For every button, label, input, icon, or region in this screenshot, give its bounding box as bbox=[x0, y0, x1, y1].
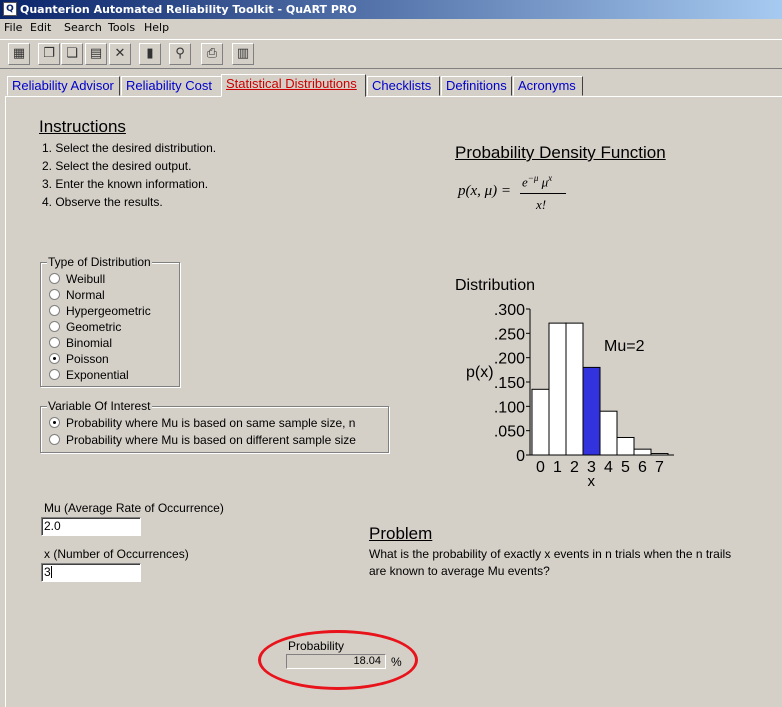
instruction-step: 4. Observe the results. bbox=[42, 195, 163, 209]
poisson-distribution-chart: .300.250.200.150.100.05000 1 2 3 4 5 6 7p(x)xMu… bbox=[466, 302, 674, 490]
y-tick-label: .200 bbox=[494, 351, 525, 368]
variable-of-interest-legend: Variable Of Interest bbox=[47, 399, 152, 413]
radio-binomial[interactable]: Binomial bbox=[49, 336, 112, 351]
menu-edit[interactable]: Edit bbox=[30, 21, 51, 34]
instruction-step: 2. Select the desired output. bbox=[42, 159, 192, 173]
mu-label: Mu (Average Rate of Occurrence) bbox=[44, 501, 224, 515]
formula-lhs: p(x, μ) = bbox=[458, 183, 512, 199]
y-tick-label: .050 bbox=[494, 424, 525, 441]
bar bbox=[650, 453, 669, 456]
y-tick-label: .100 bbox=[494, 399, 525, 416]
find-icon[interactable]: ⚲ bbox=[169, 43, 191, 65]
distribution-heading: Distribution bbox=[455, 277, 536, 294]
chart-annotation: Mu=2 bbox=[604, 338, 645, 355]
tab-checklists[interactable]: Checklists bbox=[367, 76, 440, 96]
highlight-ellipse bbox=[258, 630, 418, 690]
x-input[interactable]: 3 bbox=[41, 563, 141, 582]
y-tick-label: 0 bbox=[516, 448, 525, 465]
window-title: Quanterion Automated Reliability Toolkit… bbox=[20, 3, 357, 16]
new-icon[interactable]: ▦ bbox=[8, 43, 30, 65]
radio-exponential[interactable]: Exponential bbox=[49, 368, 129, 383]
tab-statistical-distributions[interactable]: Statistical Distributions bbox=[221, 74, 366, 97]
x-tick-label: 6 bbox=[638, 459, 647, 476]
menu-help[interactable]: Help bbox=[144, 21, 169, 34]
y-axis-label: p(x) bbox=[466, 364, 494, 381]
copy-icon[interactable]: ❐ bbox=[38, 43, 60, 65]
y-tick-label: .250 bbox=[494, 326, 525, 343]
radio-indicator bbox=[49, 369, 60, 380]
close-icon[interactable]: ✕ bbox=[109, 43, 131, 65]
radio-geometric[interactable]: Geometric bbox=[49, 320, 121, 335]
tab-acronyms[interactable]: Acronyms bbox=[513, 76, 583, 96]
radio-poisson[interactable]: Poisson bbox=[49, 352, 109, 367]
problem-text-line: What is the probability of exactly x eve… bbox=[369, 547, 732, 561]
mu-input[interactable]: 2.0 bbox=[41, 517, 141, 536]
radio-indicator bbox=[49, 337, 60, 348]
menu-tools[interactable]: Tools bbox=[108, 21, 135, 34]
radio-hypergeometric[interactable]: Hypergeometric bbox=[49, 304, 151, 319]
radio-weibull[interactable]: Weibull bbox=[49, 272, 105, 287]
y-tick-label: .150 bbox=[494, 375, 525, 392]
radio-normal[interactable]: Normal bbox=[49, 288, 105, 303]
bar bbox=[599, 410, 618, 456]
y-tick-label: .300 bbox=[494, 302, 525, 319]
x-axis-label: x bbox=[588, 473, 596, 490]
tab-reliability-advisor[interactable]: Reliability Advisor bbox=[7, 76, 120, 96]
x-tick-label: 2 bbox=[570, 459, 579, 476]
x-label: x (Number of Occurrences) bbox=[44, 547, 189, 561]
bar bbox=[582, 366, 601, 456]
radio-indicator bbox=[49, 321, 60, 332]
x-tick-label: 5 bbox=[621, 459, 630, 476]
print-icon[interactable]: ⎙ bbox=[201, 43, 223, 65]
bar bbox=[616, 436, 635, 456]
pdf-heading: Probability Density Function bbox=[455, 143, 666, 162]
radio-same-sample-size[interactable]: Probability where Mu is based on same sa… bbox=[49, 416, 355, 431]
save-icon[interactable]: ▤ bbox=[85, 43, 107, 65]
paste-icon[interactable]: ❏ bbox=[61, 43, 83, 65]
delete-icon[interactable]: ▮ bbox=[139, 43, 161, 65]
instructions-heading: Instructions bbox=[39, 117, 126, 136]
instruction-step: 1. Select the desired distribution. bbox=[42, 141, 217, 155]
bar bbox=[633, 448, 652, 456]
problem-heading: Problem bbox=[369, 524, 433, 543]
x-tick-label: 1 bbox=[553, 459, 562, 476]
menu-search[interactable]: Search bbox=[64, 21, 102, 34]
distribution-panel: Instructions 1. Select the desired distr… bbox=[5, 96, 782, 707]
radio-indicator bbox=[49, 289, 60, 300]
problem-text-line: are known to average Mu events? bbox=[369, 564, 550, 578]
pdf-formula: p(x, μ) = e−μ μx x! bbox=[458, 173, 588, 219]
menu-file[interactable]: File bbox=[4, 21, 22, 34]
radio-indicator bbox=[49, 273, 60, 284]
radio-indicator bbox=[49, 305, 60, 316]
radio-indicator bbox=[49, 434, 60, 445]
tab-reliability-cost[interactable]: Reliability Cost bbox=[121, 76, 222, 96]
formula-denominator: x! bbox=[536, 197, 547, 212]
window-titlebar: Q Quanterion Automated Reliability Toolk… bbox=[0, 0, 782, 19]
tab-definitions[interactable]: Definitions bbox=[441, 76, 512, 96]
app-icon: Q bbox=[3, 2, 17, 16]
x-tick-label: 4 bbox=[604, 459, 613, 476]
bar bbox=[565, 322, 584, 456]
calculator-icon[interactable]: ▥ bbox=[232, 43, 254, 65]
distribution-type-legend: Type of Distribution bbox=[47, 255, 152, 269]
text-cursor bbox=[50, 566, 52, 578]
radio-indicator bbox=[49, 353, 60, 364]
variable-of-interest-group: Variable Of Interest Probability where M… bbox=[40, 399, 389, 453]
radio-different-sample-size[interactable]: Probability where Mu is based on differe… bbox=[49, 433, 356, 448]
instruction-step: 3. Enter the known information. bbox=[42, 177, 209, 191]
formula-divider bbox=[520, 193, 566, 194]
menu-bar: File Edit Search Tools Help bbox=[0, 19, 782, 37]
bar bbox=[548, 322, 567, 456]
radio-indicator bbox=[49, 417, 60, 428]
distribution-type-group: Type of Distribution Weibull Normal Hype… bbox=[40, 255, 180, 387]
toolbar: ▦ ❐ ❏ ▤ ✕ ▮ ⚲ ⎙ ▥ bbox=[0, 39, 782, 69]
x-tick-label: 7 bbox=[655, 459, 664, 476]
bar bbox=[531, 388, 550, 456]
formula-numerator: e−μ μx bbox=[522, 173, 553, 190]
x-tick-label: 0 bbox=[536, 459, 545, 476]
